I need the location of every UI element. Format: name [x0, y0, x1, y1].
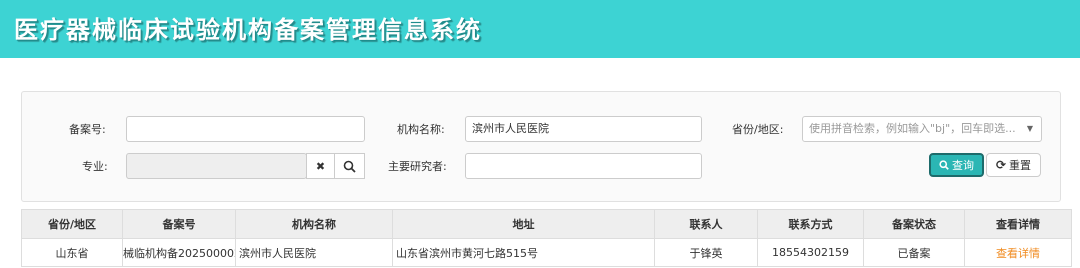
cell-contact-phone: 18554302159	[757, 238, 864, 267]
cell-address: 山东省滨州市黄河七路515号	[392, 238, 655, 267]
cell-province: 山东省	[21, 238, 123, 267]
investigator-input[interactable]	[465, 153, 702, 179]
column-header: 备案状态	[863, 209, 965, 239]
app-title: 医疗器械临床试验机构备案管理信息系统	[14, 15, 482, 44]
search-specialty-button[interactable]	[334, 153, 365, 179]
cell-detail: 查看详情	[964, 238, 1072, 267]
column-header: 备案号	[122, 209, 236, 239]
specialty-input[interactable]	[126, 153, 307, 179]
table-header-row: 省份/地区 备案号 机构名称 地址 联系人 联系方式 备案状态 查看详情	[21, 209, 1072, 239]
cell-institution: 滨州市人民医院	[235, 238, 393, 267]
search-icon	[343, 160, 356, 173]
specialty-label: 专业:	[82, 160, 108, 173]
view-details-link[interactable]: 查看详情	[996, 247, 1040, 260]
query-button-label: 查询	[952, 159, 974, 172]
app-header: 医疗器械临床试验机构备案管理信息系统	[0, 0, 1080, 58]
column-header: 机构名称	[235, 209, 393, 239]
reset-button-label: 重置	[1009, 159, 1032, 172]
institution-input[interactable]: 滨州市人民医院	[465, 116, 702, 142]
cell-status: 已备案	[863, 238, 965, 267]
caret-down-icon: ▼	[1026, 124, 1033, 133]
clear-specialty-button[interactable]: ✖	[306, 153, 335, 179]
column-header: 联系方式	[757, 209, 864, 239]
institution-label: 机构名称:	[397, 123, 445, 136]
column-header: 地址	[392, 209, 655, 239]
reset-button[interactable]: ⟳ 重置	[986, 153, 1041, 177]
results-table: 省份/地区 备案号 机构名称 地址 联系人 联系方式 备案状态 查看详情 山东省…	[21, 209, 1072, 267]
province-select[interactable]: 使用拼音检索，例如输入"bj"，回车即选... ▼	[802, 116, 1042, 142]
province-placeholder: 使用拼音检索，例如输入"bj"，回车即选...	[809, 122, 1016, 135]
query-button[interactable]: 查询	[929, 153, 984, 177]
record-no-label: 备案号:	[69, 123, 106, 136]
province-label: 省份/地区:	[732, 123, 784, 136]
cell-record-no: 械临机构备202500002	[122, 238, 236, 267]
table-row: 山东省 械临机构备202500002 滨州市人民医院 山东省滨州市黄河七路515…	[21, 238, 1072, 267]
search-icon	[939, 160, 949, 170]
record-no-input[interactable]	[126, 116, 365, 142]
search-panel: 备案号: 机构名称: 滨州市人民医院 省份/地区: 使用拼音检索，例如输入"bj…	[21, 91, 1061, 202]
column-header: 省份/地区	[21, 209, 123, 239]
investigator-label: 主要研究者:	[388, 160, 447, 173]
column-header: 查看详情	[964, 209, 1072, 239]
column-header: 联系人	[654, 209, 758, 239]
close-icon: ✖	[315, 159, 326, 173]
cell-contact-person: 于锋英	[654, 238, 758, 267]
refresh-icon: ⟳	[995, 158, 1007, 172]
